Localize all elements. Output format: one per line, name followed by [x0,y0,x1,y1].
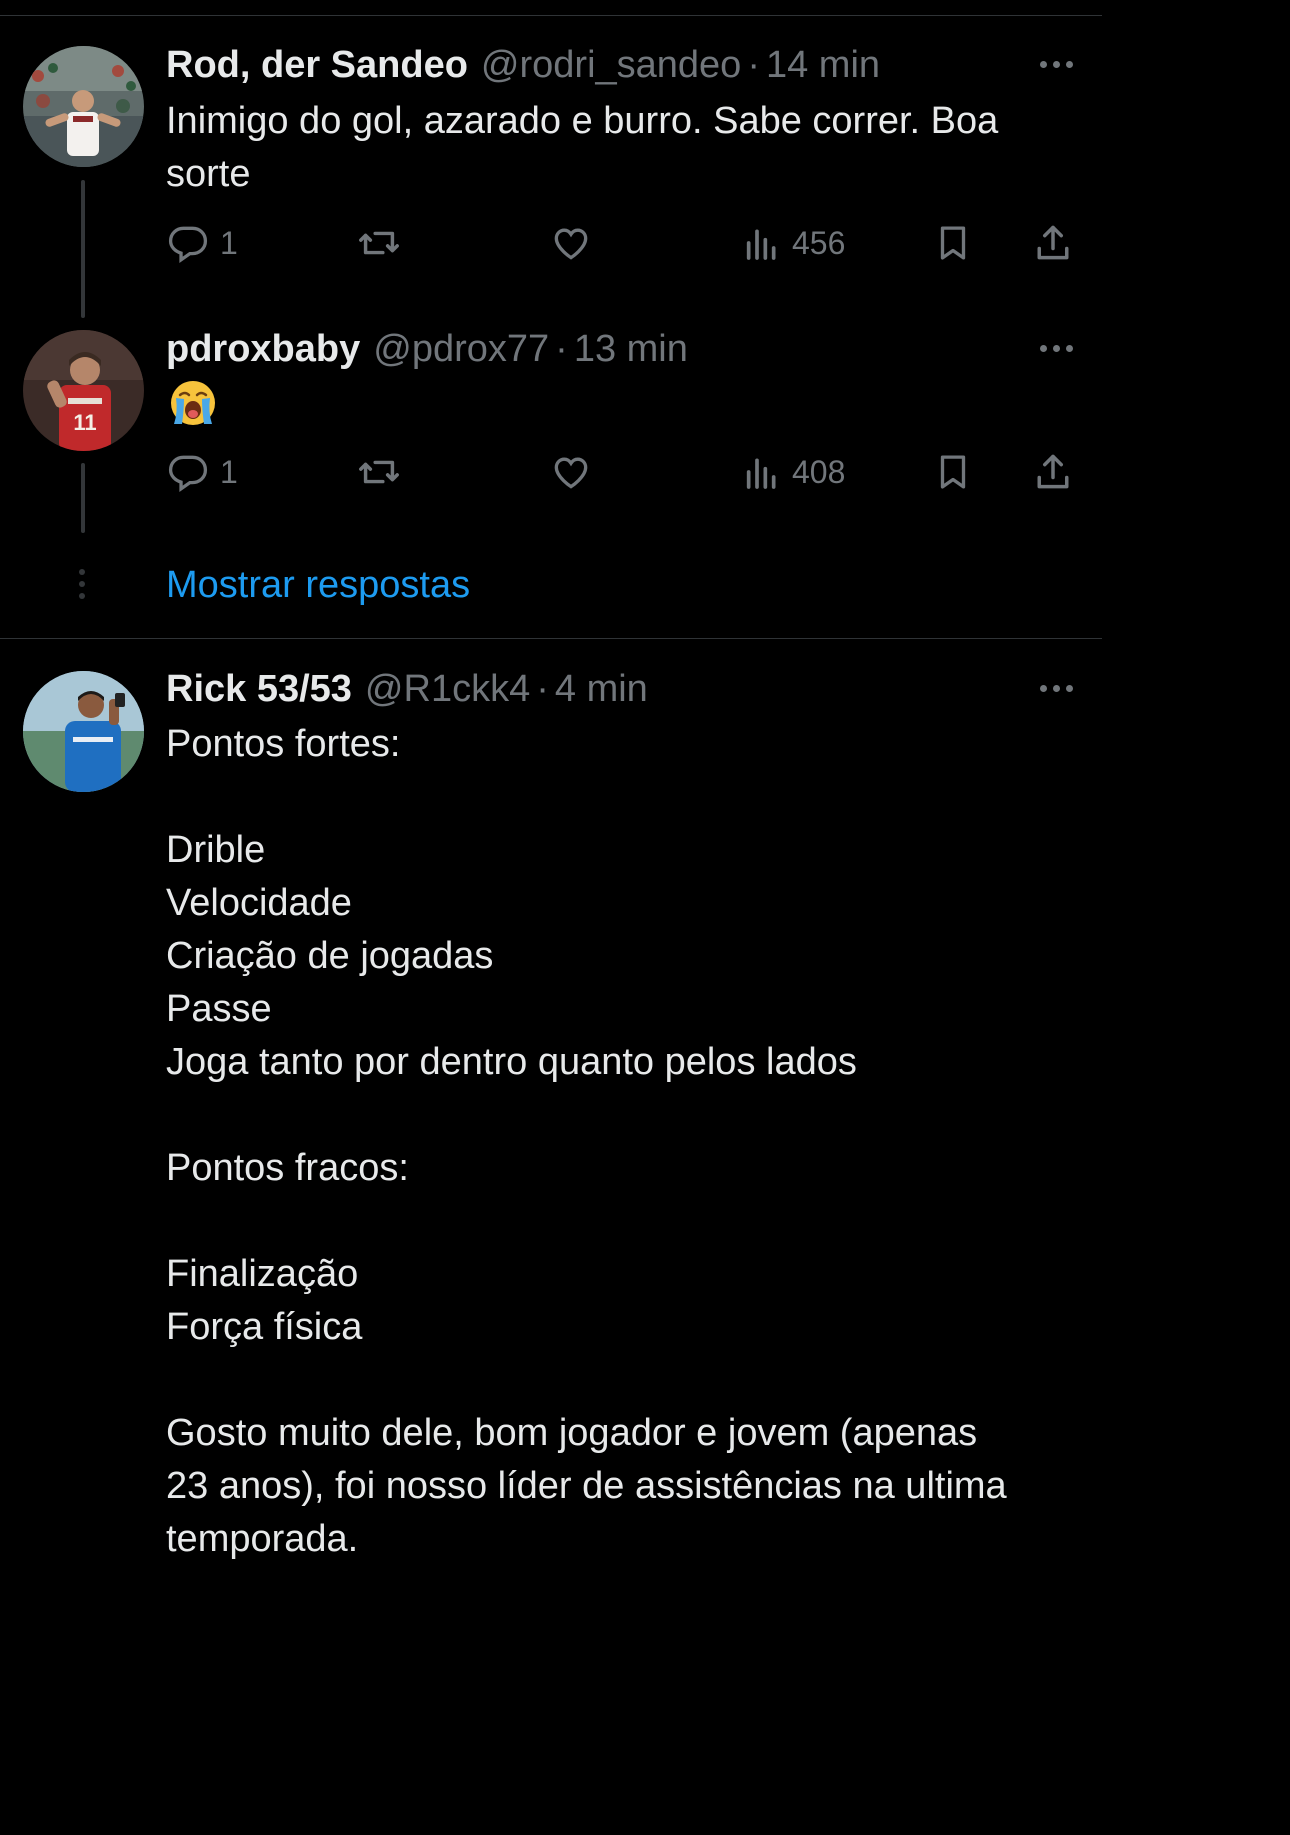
share-icon [1037,225,1069,260]
tweet-text: Inimigo do gol, azarado e burro. Sabe co… [166,100,999,195]
retweet-button[interactable] [356,218,402,268]
user-handle[interactable]: @pdrox77 [373,324,549,374]
views-count: 408 [792,453,846,490]
display-name[interactable]: pdroxbaby [166,324,360,374]
views-button[interactable]: 408 [742,447,845,497]
bookmark-icon [940,226,966,260]
timestamp[interactable]: 14 min [766,40,880,90]
more-options-icon[interactable] [1038,345,1074,355]
tweet-header: Rod, der Sandeo @rodri_sandeo · 14 min [166,40,880,90]
loudly-crying-face-icon [168,378,218,428]
more-options-icon[interactable] [1038,685,1074,695]
separator: · [747,44,760,86]
bookmark-button[interactable] [932,218,974,268]
separator: · [536,668,549,710]
tweet-rick[interactable]: Rick 53/53 @R1ckk4 · 4 min Pontos fortes… [0,639,1102,1568]
separator: · [555,328,568,370]
views-count: 456 [792,224,846,261]
retweet-icon [359,231,399,255]
bookmark-button[interactable] [932,447,974,497]
display-name[interactable]: Rick 53/53 [166,664,352,714]
show-replies-link[interactable]: Mostrar respostas [166,560,470,610]
reply-button[interactable]: 1 [166,218,238,268]
views-button[interactable]: 456 [742,218,845,268]
more-options-icon[interactable] [1038,61,1074,71]
user-handle[interactable]: @R1ckk4 [365,664,530,714]
retweet-icon [359,460,399,484]
analytics-icon [746,229,776,260]
tweet-header: pdroxbaby @pdrox77 · 13 min [166,324,688,374]
reply-button[interactable]: 1 [166,447,238,497]
timestamp[interactable]: 13 min [574,324,688,374]
reply-count: 1 [220,453,238,490]
analytics-icon [746,458,776,489]
tweet-rod[interactable]: Rod, der Sandeo @rodri_sandeo · 14 min I… [0,0,1102,320]
user-handle[interactable]: @rodri_sandeo [481,40,741,90]
reply-icon [168,226,208,264]
tweet-header: Rick 53/53 @R1ckk4 · 4 min [166,664,648,714]
avatar[interactable]: 11 [23,330,144,451]
avatar[interactable] [23,46,144,167]
heart-icon [554,457,588,489]
timestamp[interactable]: 4 min [555,664,648,714]
heart-icon [554,228,588,260]
tweet-pdrox[interactable]: 11 pdroxbaby @pdrox77 · 13 min 1 408 [0,320,1102,540]
action-bar: 1 408 [166,447,1076,497]
like-button[interactable] [549,447,593,497]
share-button[interactable] [1031,218,1075,268]
action-bar: 1 456 [166,218,1076,268]
share-icon [1037,454,1069,489]
retweet-button[interactable] [356,447,402,497]
svg-text:11: 11 [73,410,96,435]
reply-icon [168,455,208,493]
thread-line [81,463,85,533]
collapsed-thread-dots [79,569,87,605]
avatar[interactable] [23,671,144,792]
tweet-text: Pontos fortes: Drible Velocidade Criação… [166,723,1007,1560]
bookmark-icon [940,455,966,489]
like-button[interactable] [549,218,593,268]
thread-line [81,180,85,318]
display-name[interactable]: Rod, der Sandeo [166,40,468,90]
reply-count: 1 [220,224,238,261]
share-button[interactable] [1031,447,1075,497]
